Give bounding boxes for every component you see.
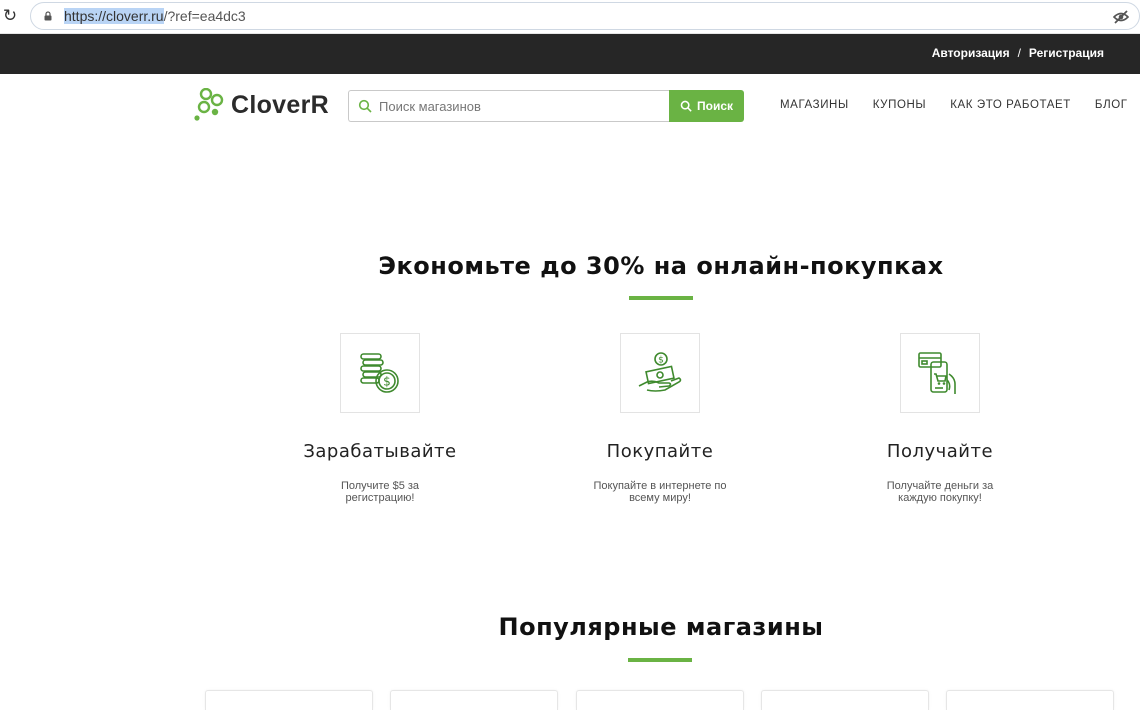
svg-text:$: $ bbox=[658, 356, 664, 366]
browser-toolbar: ↻ https://cloverr.ru/?ref=ea4dc3 bbox=[0, 0, 1140, 34]
search-input[interactable] bbox=[348, 90, 670, 122]
login-link[interactable]: Авторизация bbox=[932, 46, 1010, 60]
svg-text:$: $ bbox=[383, 375, 391, 389]
store-card[interactable] bbox=[576, 690, 744, 710]
nav-how-it-works[interactable]: КАК ЭТО РАБОТАЕТ bbox=[950, 99, 1071, 111]
nav-coupons[interactable]: КУПОНЫ bbox=[873, 99, 926, 111]
reload-icon[interactable]: ↻ bbox=[0, 6, 20, 26]
auth-separator: / bbox=[1017, 46, 1021, 60]
feature-earn: $ Зарабатывайте Получите $5 за регистрац… bbox=[270, 333, 490, 504]
feature-get-desc: Получайте деньги за каждую покупку! bbox=[886, 480, 994, 504]
top-bar: Авторизация / Регистрация bbox=[0, 34, 1140, 74]
feature-buy-title: Покупайте bbox=[606, 441, 714, 462]
logo[interactable]: CloverR bbox=[193, 88, 329, 122]
store-card[interactable] bbox=[761, 690, 929, 710]
store-card[interactable] bbox=[390, 690, 558, 710]
register-link[interactable]: Регистрация bbox=[1029, 46, 1104, 60]
url-query: /?ref=ea4dc3 bbox=[163, 8, 246, 24]
store-card[interactable] bbox=[946, 690, 1114, 710]
hero-title: Экономьте до 30% на онлайн-покупках bbox=[378, 252, 944, 280]
feature-buy-desc: Покупайте в интернете по всему миру! bbox=[593, 480, 727, 504]
phone-card-icon bbox=[900, 333, 980, 413]
main-nav: МАГАЗИНЫ КУПОНЫ КАК ЭТО РАБОТАЕТ БЛОГ bbox=[780, 99, 1128, 111]
store-card[interactable] bbox=[205, 690, 373, 710]
logo-text: CloverR bbox=[231, 90, 329, 119]
lock-icon bbox=[44, 11, 52, 21]
search-icon bbox=[358, 99, 372, 113]
search-form: Поиск bbox=[348, 90, 744, 122]
popular-title: Популярные магазины bbox=[498, 613, 824, 641]
url-text[interactable]: https://cloverr.ru/?ref=ea4dc3 bbox=[64, 8, 246, 24]
feature-earn-desc: Получите $5 за регистрацию! bbox=[340, 480, 420, 504]
money-hand-icon: $ bbox=[620, 333, 700, 413]
feature-get: Получайте Получайте деньги за каждую пок… bbox=[830, 333, 1050, 504]
eye-off-icon[interactable] bbox=[1113, 9, 1129, 25]
nav-blog[interactable]: БЛОГ bbox=[1095, 99, 1128, 111]
clover-logo-icon bbox=[194, 88, 224, 121]
nav-shops[interactable]: МАГАЗИНЫ bbox=[780, 99, 849, 111]
feature-earn-title: Зарабатывайте bbox=[303, 441, 457, 462]
hero-title-underline bbox=[629, 296, 693, 300]
url-selected: https://cloverr.ru bbox=[64, 8, 164, 24]
feature-buy: $ Покупайте Покупайте в интернете по все… bbox=[550, 333, 770, 504]
search-button[interactable]: Поиск bbox=[669, 90, 744, 122]
feature-get-title: Получайте bbox=[886, 441, 994, 462]
address-bar[interactable]: https://cloverr.ru/?ref=ea4dc3 bbox=[30, 2, 1140, 30]
search-button-label: Поиск bbox=[696, 99, 733, 113]
auth-links: Авторизация / Регистрация bbox=[932, 46, 1104, 60]
coins-icon: $ bbox=[340, 333, 420, 413]
search-button-icon bbox=[680, 100, 692, 112]
popular-title-underline bbox=[628, 658, 692, 662]
